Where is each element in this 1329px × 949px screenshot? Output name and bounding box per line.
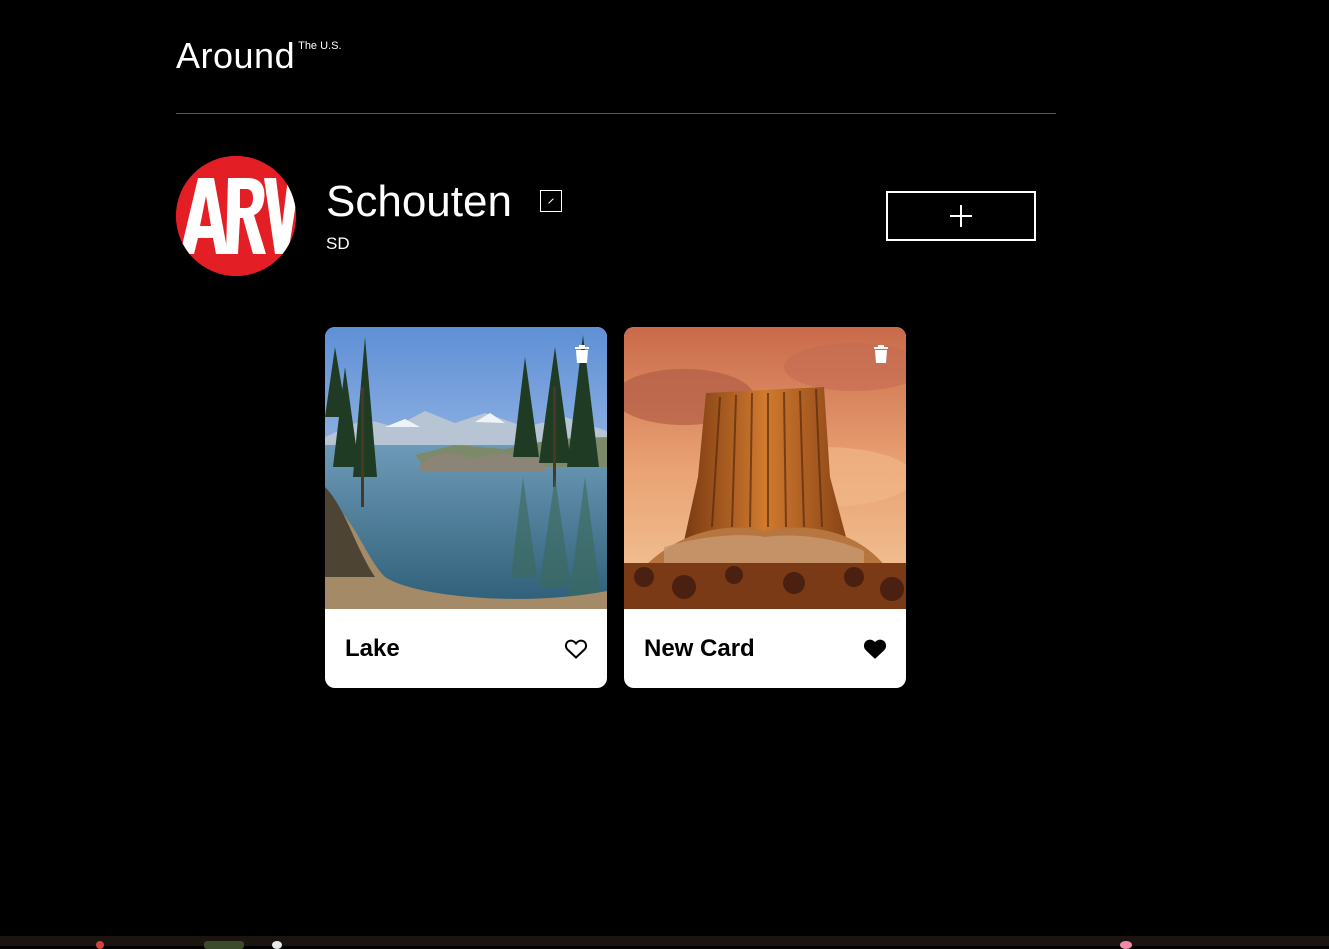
card-image[interactable] xyxy=(325,327,607,609)
taskbar-icon[interactable] xyxy=(204,941,244,949)
card-footer: New Card xyxy=(624,609,906,688)
profile-about: SD xyxy=(326,234,350,253)
avatar-logo-icon xyxy=(176,156,296,276)
taskbar-icon[interactable] xyxy=(1120,941,1132,949)
heart-icon[interactable] xyxy=(565,639,587,659)
site-header: Around The U.S. xyxy=(176,28,1056,114)
card: New Card xyxy=(624,327,906,688)
heart-icon[interactable] xyxy=(864,639,886,659)
card: Lake xyxy=(325,327,607,688)
card-footer: Lake xyxy=(325,609,607,688)
taskbar-icon[interactable] xyxy=(272,941,282,949)
edit-profile-button[interactable] xyxy=(540,190,562,212)
site-logo: Around The U.S. xyxy=(176,36,342,76)
card-title: Lake xyxy=(345,634,400,662)
trash-icon[interactable] xyxy=(573,345,591,363)
logo-superscript: The U.S. xyxy=(298,40,342,52)
taskbar-icon[interactable] xyxy=(96,941,104,949)
trash-icon[interactable] xyxy=(872,345,890,363)
taskbar xyxy=(0,936,1329,949)
logo-main-text: Around xyxy=(176,35,296,76)
profile-section: Schouten SD xyxy=(176,156,1036,276)
profile-name: Schouten xyxy=(326,177,512,226)
card-title: New Card xyxy=(644,634,755,662)
avatar[interactable] xyxy=(176,156,296,276)
card-image[interactable] xyxy=(624,327,906,609)
plus-icon xyxy=(950,205,972,227)
header-divider xyxy=(176,113,1056,114)
add-card-button[interactable] xyxy=(886,191,1036,241)
cards-grid: Lake New Card xyxy=(325,327,906,688)
pencil-icon xyxy=(548,198,554,204)
